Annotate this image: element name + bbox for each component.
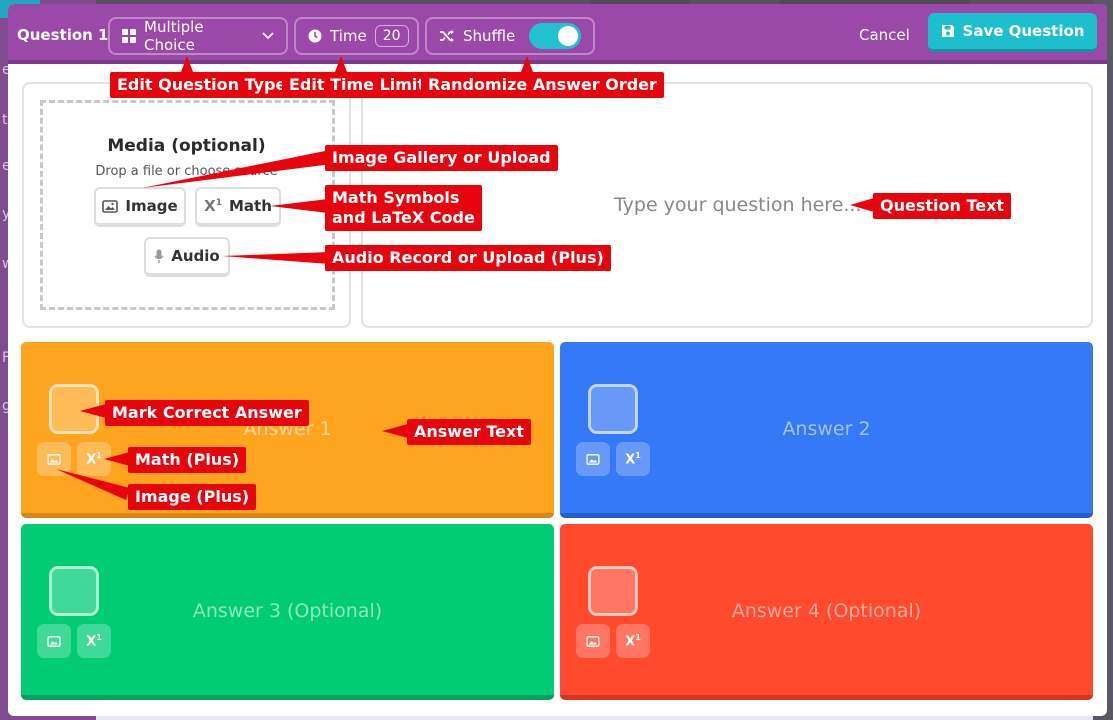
answer-image-button[interactable]: [37, 624, 71, 658]
answer-image-button[interactable]: [37, 442, 71, 476]
editor-toolbar: Question 1 Multiple Choice Time 20 Shuff…: [8, 4, 1107, 64]
answer-image-button[interactable]: [576, 624, 610, 658]
annotation-math-symbols: Math Symbols and LaTeX Code: [325, 185, 482, 231]
save-label: Save Question: [962, 22, 1085, 40]
shuffle-button[interactable]: Shuffle: [425, 17, 595, 55]
annotation-answer-text: Answer Text: [407, 419, 531, 445]
question-type-dropdown[interactable]: Multiple Choice: [108, 17, 288, 55]
answer-text[interactable]: Answer 2: [560, 418, 1093, 440]
answer-text[interactable]: Answer 3 (Optional): [21, 600, 554, 622]
time-limit-button[interactable]: Time 20: [294, 17, 419, 55]
annotation-mark-correct: Mark Correct Answer: [105, 400, 309, 426]
annotation-edit-time-limit: Edit Time Limit: [282, 72, 433, 98]
question-type-label: Multiple Choice: [144, 18, 204, 54]
math-button[interactable]: X1 Math: [195, 187, 281, 227]
superscript-x-icon: X1: [625, 450, 641, 468]
microphone-icon: [154, 249, 164, 263]
shuffle-icon: [440, 30, 454, 42]
answer-image-button[interactable]: [576, 442, 610, 476]
answer-card-2[interactable]: X1 Answer 2: [560, 342, 1093, 518]
image-icon: [102, 199, 119, 213]
annotation-question-text: Question Text: [873, 193, 1012, 219]
audio-button-label: Audio: [171, 247, 220, 265]
answer-card-4[interactable]: X1 Answer 4 (Optional): [560, 524, 1093, 700]
media-subtitle: Drop a file or choose source: [95, 164, 278, 179]
annotation-math-plus: Math (Plus): [128, 447, 247, 473]
superscript-x-icon: X1: [204, 197, 222, 215]
image-icon: [47, 635, 61, 647]
annotation-math-line1: Math Symbols: [332, 188, 460, 207]
answer-card-3[interactable]: X1 Answer 3 (Optional): [21, 524, 554, 700]
image-icon: [586, 635, 600, 647]
annotation-randomize: Randomize Answer Order: [421, 72, 664, 98]
answer-math-button[interactable]: X1: [77, 624, 111, 658]
image-button-label: Image: [125, 197, 178, 215]
cancel-button[interactable]: Cancel: [859, 26, 910, 44]
annotation-audio: Audio Record or Upload (Plus): [325, 245, 611, 271]
superscript-x-icon: X1: [625, 632, 641, 650]
shuffle-toggle[interactable]: [529, 23, 581, 49]
annotation-edit-question-type: Edit Question Type: [110, 72, 294, 98]
toggle-knob: [558, 26, 578, 46]
chevron-down-icon: [262, 32, 274, 40]
question-number: Question 1: [17, 26, 109, 44]
superscript-x-icon: X1: [86, 450, 102, 468]
answer-math-button[interactable]: X1: [616, 624, 650, 658]
answer-text[interactable]: Answer 4 (Optional): [560, 600, 1093, 622]
math-button-label: Math: [228, 197, 272, 215]
media-title: Media (optional): [107, 136, 266, 156]
save-question-button[interactable]: Save Question: [928, 13, 1097, 52]
answer-math-button[interactable]: X1: [77, 442, 111, 476]
save-icon: [941, 25, 954, 37]
media-panel: Media (optional) Drop a file or choose s…: [22, 82, 351, 328]
annotation-image-plus: Image (Plus): [128, 484, 257, 510]
image-icon: [586, 453, 600, 465]
annotation-image-gallery: Image Gallery or Upload: [325, 145, 558, 171]
annotation-math-line2: and LaTeX Code: [332, 208, 475, 227]
superscript-x-icon: X1: [86, 632, 102, 650]
grid-icon: [122, 29, 136, 43]
image-button[interactable]: Image: [94, 187, 186, 227]
time-label: Time: [330, 27, 367, 45]
image-icon: [47, 453, 61, 465]
shuffle-label: Shuffle: [463, 27, 516, 45]
question-editor-modal: Question 1 Multiple Choice Time 20 Shuff…: [8, 4, 1107, 716]
clock-icon: [308, 29, 322, 43]
time-value[interactable]: 20: [374, 25, 409, 47]
answer-math-button[interactable]: X1: [616, 442, 650, 476]
question-placeholder: Type your question here...: [614, 194, 862, 216]
media-dropzone[interactable]: [40, 100, 335, 310]
audio-button[interactable]: Audio: [144, 237, 230, 277]
